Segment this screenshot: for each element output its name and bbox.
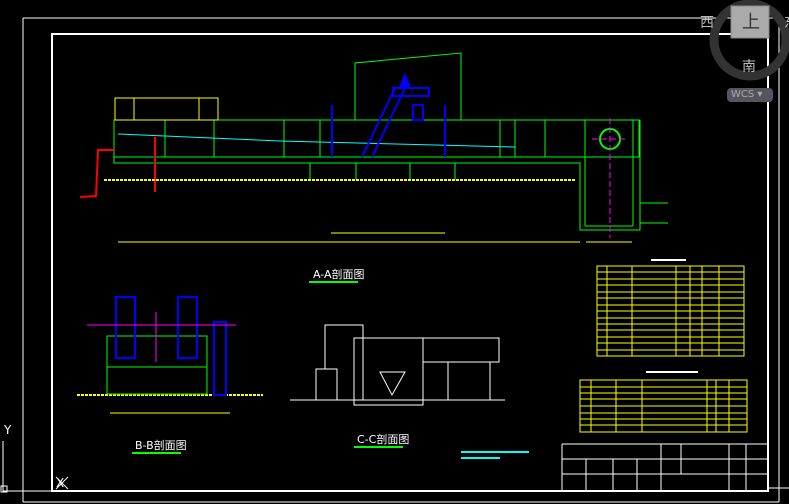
section-bb-title: B-B剖面图 bbox=[135, 439, 187, 452]
viewcube-top-label[interactable]: 上 bbox=[742, 8, 760, 34]
section-aa-drawing bbox=[113, 52, 668, 231]
chevron-down-icon: ▾ bbox=[754, 89, 763, 100]
water-level bbox=[117, 133, 516, 148]
materials-table bbox=[579, 379, 748, 433]
section-aa-title: A-A剖面图 bbox=[313, 268, 365, 281]
wcs-label: WCS bbox=[731, 89, 755, 100]
ucs-y-label: Y bbox=[4, 423, 12, 437]
viewcube-east-label[interactable]: 东 bbox=[784, 12, 789, 32]
centerlines bbox=[592, 118, 628, 238]
section-cc-title: C-C剖面图 bbox=[357, 433, 410, 446]
wcs-dropdown[interactable]: WCS ▾ bbox=[727, 88, 773, 102]
equipment-table bbox=[596, 265, 745, 357]
viewcube-west-label[interactable]: 西 bbox=[700, 12, 714, 32]
ground-hatch bbox=[77, 179, 576, 396]
notes bbox=[461, 451, 529, 459]
pipe bbox=[79, 137, 156, 198]
section-cc-drawing bbox=[290, 324, 505, 406]
section-bb-drawing bbox=[87, 296, 236, 396]
ucs-x-label: X bbox=[56, 476, 65, 490]
dimension-lines bbox=[110, 232, 632, 414]
title-block bbox=[561, 443, 768, 490]
cad-drawing-canvas[interactable] bbox=[0, 0, 789, 504]
viewcube-south-label[interactable]: 南 bbox=[742, 56, 756, 76]
top-box bbox=[114, 97, 219, 121]
